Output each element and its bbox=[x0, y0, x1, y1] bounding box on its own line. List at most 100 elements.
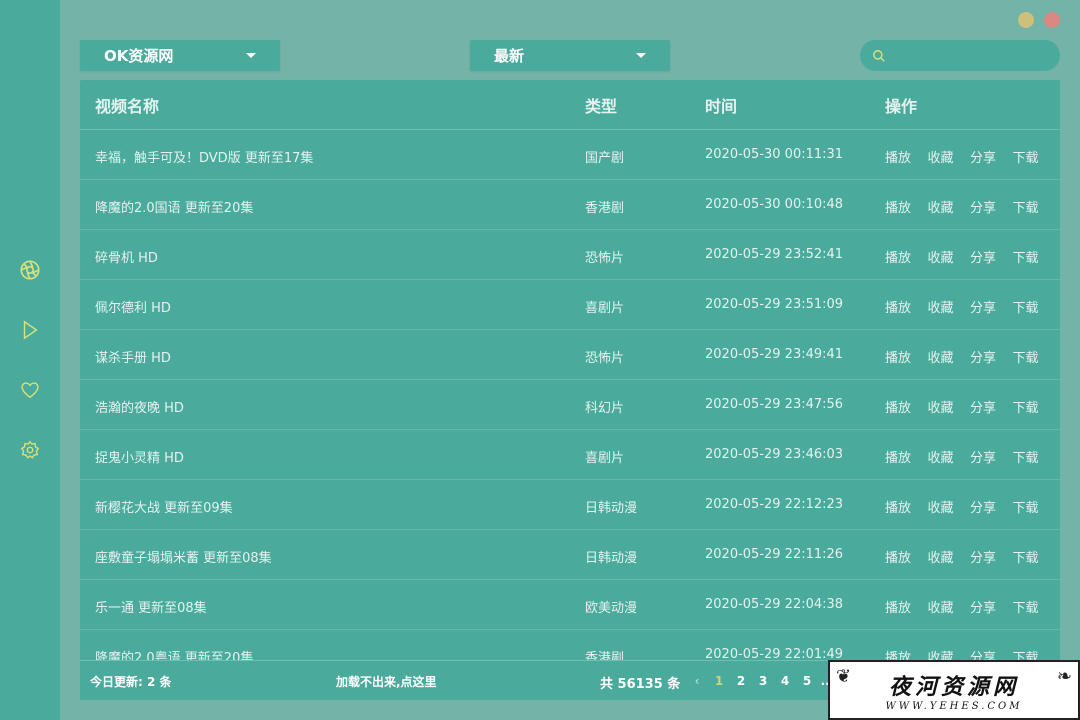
collect-button[interactable]: 收藏 bbox=[928, 347, 971, 366]
collect-button[interactable]: 收藏 bbox=[928, 547, 971, 566]
share-button[interactable]: 分享 bbox=[970, 647, 1013, 660]
share-button[interactable]: 分享 bbox=[970, 197, 1013, 216]
header-time: 时间 bbox=[705, 96, 738, 116]
download-button[interactable]: 下载 bbox=[1013, 647, 1056, 660]
download-button[interactable]: 下载 bbox=[1013, 197, 1056, 216]
prev-page-button[interactable]: ‹ bbox=[686, 674, 708, 688]
play-button[interactable]: 播放 bbox=[885, 647, 928, 660]
video-name[interactable]: 幸福，触手可及！DVD版 更新至17集 bbox=[95, 147, 313, 166]
video-type: 国产剧 bbox=[585, 151, 625, 166]
table-row: 幸福，触手可及！DVD版 更新至17集 国产剧 2020-05-30 00:11:3… bbox=[80, 130, 1060, 180]
watermark-logo: ❦ ❧ 夜河资源网 WWW.YEHES.COM bbox=[828, 660, 1080, 720]
header-ops: 操作 bbox=[885, 96, 918, 116]
collect-button[interactable]: 收藏 bbox=[928, 497, 971, 516]
video-type: 喜剧片 bbox=[585, 451, 625, 466]
share-button[interactable]: 分享 bbox=[970, 497, 1013, 516]
reload-link[interactable]: 加载不出来,点这里 bbox=[336, 673, 437, 690]
aperture-icon[interactable] bbox=[18, 258, 42, 282]
video-time: 2020-05-29 22:11:26 bbox=[705, 547, 844, 562]
play-button[interactable]: 播放 bbox=[885, 247, 928, 266]
download-button[interactable]: 下载 bbox=[1013, 497, 1056, 516]
video-time: 2020-05-29 23:47:56 bbox=[705, 397, 844, 412]
play-button[interactable]: 播放 bbox=[885, 447, 928, 466]
video-name[interactable]: 降魔的2.0粤语 更新至20集 bbox=[95, 647, 253, 660]
video-name[interactable]: 碎骨机 HD bbox=[95, 247, 158, 266]
share-button[interactable]: 分享 bbox=[970, 547, 1013, 566]
table-row: 座敷童子塌塌米蓄 更新至08集 日韩动漫 2020-05-29 22:11:26 播放… bbox=[80, 530, 1060, 580]
close-button[interactable] bbox=[1044, 12, 1060, 28]
video-name[interactable]: 乐一通 更新至08集 bbox=[95, 597, 207, 616]
video-time: 2020-05-29 23:49:41 bbox=[705, 347, 844, 362]
table-row: 捉鬼小灵精 HD 喜剧片 2020-05-29 23:46:03 播放 收藏 分享 下载 bbox=[80, 430, 1060, 480]
page-number[interactable]: 2 bbox=[730, 674, 752, 688]
heart-icon[interactable] bbox=[18, 378, 42, 402]
sort-select[interactable]: 最新 bbox=[470, 40, 670, 71]
video-type: 欧美动漫 bbox=[585, 601, 638, 616]
collect-button[interactable]: 收藏 bbox=[928, 247, 971, 266]
row-actions: 播放 收藏 分享 下载 bbox=[885, 397, 1055, 416]
video-name[interactable]: 捉鬼小灵精 HD bbox=[95, 447, 184, 466]
table-row: 谋杀手册 HD 恐怖片 2020-05-29 23:49:41 播放 收藏 分享 下载 bbox=[80, 330, 1060, 380]
play-button[interactable]: 播放 bbox=[885, 397, 928, 416]
download-button[interactable]: 下载 bbox=[1013, 297, 1056, 316]
play-button[interactable]: 播放 bbox=[885, 597, 928, 616]
row-actions: 播放 收藏 分享 下载 bbox=[885, 347, 1055, 366]
row-actions: 播放 收藏 分享 下载 bbox=[885, 597, 1055, 616]
video-name[interactable]: 新樱花大战 更新至09集 bbox=[95, 497, 233, 516]
share-button[interactable]: 分享 bbox=[970, 347, 1013, 366]
play-button[interactable]: 播放 bbox=[885, 147, 928, 166]
table-body: 幸福，触手可及！DVD版 更新至17集 国产剧 2020-05-30 00:11:3… bbox=[80, 130, 1060, 660]
header-type: 类型 bbox=[585, 96, 618, 116]
collect-button[interactable]: 收藏 bbox=[928, 397, 971, 416]
share-button[interactable]: 分享 bbox=[970, 397, 1013, 416]
chevron-down-icon bbox=[636, 53, 646, 58]
source-select[interactable]: OK资源网 bbox=[80, 40, 280, 71]
table-row: 降魔的2.0国语 更新至20集 香港剧 2020-05-30 00:10:48 播放收… bbox=[80, 180, 1060, 230]
download-button[interactable]: 下载 bbox=[1013, 247, 1056, 266]
video-name[interactable]: 浩瀚的夜晚 HD bbox=[95, 397, 184, 416]
collect-button[interactable]: 收藏 bbox=[928, 197, 971, 216]
table-row: 佩尔德利 HD 喜剧片 2020-05-29 23:51:09 播放 收藏 分享 下载 bbox=[80, 280, 1060, 330]
collect-button[interactable]: 收藏 bbox=[928, 597, 971, 616]
search-input[interactable] bbox=[892, 48, 1042, 63]
play-button[interactable]: 播放 bbox=[885, 547, 928, 566]
share-button[interactable]: 分享 bbox=[970, 147, 1013, 166]
download-button[interactable]: 下载 bbox=[1013, 347, 1056, 366]
video-type: 香港剧 bbox=[585, 201, 625, 216]
download-button[interactable]: 下载 bbox=[1013, 397, 1056, 416]
video-name[interactable]: 谋杀手册 HD bbox=[95, 347, 171, 366]
share-button[interactable]: 分享 bbox=[970, 447, 1013, 466]
share-button[interactable]: 分享 bbox=[970, 297, 1013, 316]
download-button[interactable]: 下载 bbox=[1013, 547, 1056, 566]
download-button[interactable]: 下载 bbox=[1013, 447, 1056, 466]
settings-icon[interactable] bbox=[18, 438, 42, 462]
collect-button[interactable]: 收藏 bbox=[928, 147, 971, 166]
page-number[interactable]: 3 bbox=[752, 674, 774, 688]
play-button[interactable]: 播放 bbox=[885, 297, 928, 316]
row-actions: 播放 收藏 分享 下载 bbox=[885, 147, 1055, 166]
collect-button[interactable]: 收藏 bbox=[928, 447, 971, 466]
collect-button[interactable]: 收藏 bbox=[928, 297, 971, 316]
page-number[interactable]: 5 bbox=[796, 674, 818, 688]
video-type: 喜剧片 bbox=[585, 301, 625, 316]
play-button[interactable]: 播放 bbox=[885, 497, 928, 516]
video-type: 恐怖片 bbox=[585, 251, 625, 266]
watermark-title: 夜河资源网 bbox=[888, 673, 1019, 700]
video-name[interactable]: 佩尔德利 HD bbox=[95, 297, 171, 316]
video-name[interactable]: 降魔的2.0国语 更新至20集 bbox=[95, 197, 253, 216]
download-button[interactable]: 下载 bbox=[1013, 147, 1056, 166]
play-button[interactable]: 播放 bbox=[885, 347, 928, 366]
video-name[interactable]: 座敷童子塌塌米蓄 更新至08集 bbox=[95, 547, 272, 566]
minimize-button[interactable] bbox=[1018, 12, 1034, 28]
page-number[interactable]: 4 bbox=[774, 674, 796, 688]
share-button[interactable]: 分享 bbox=[970, 247, 1013, 266]
page-number[interactable]: 1 bbox=[708, 674, 730, 688]
download-button[interactable]: 下载 bbox=[1013, 597, 1056, 616]
table-row: 浩瀚的夜晚 HD 科幻片 2020-05-29 23:47:56 播放 收藏 分享 下载 bbox=[80, 380, 1060, 430]
play-icon[interactable] bbox=[18, 318, 42, 342]
total-count: 共 56135 条 bbox=[600, 677, 681, 692]
share-button[interactable]: 分享 bbox=[970, 597, 1013, 616]
play-button[interactable]: 播放 bbox=[885, 197, 928, 216]
row-actions: 播放 收藏 分享 下载 bbox=[885, 247, 1055, 266]
collect-button[interactable]: 收藏 bbox=[928, 647, 971, 660]
